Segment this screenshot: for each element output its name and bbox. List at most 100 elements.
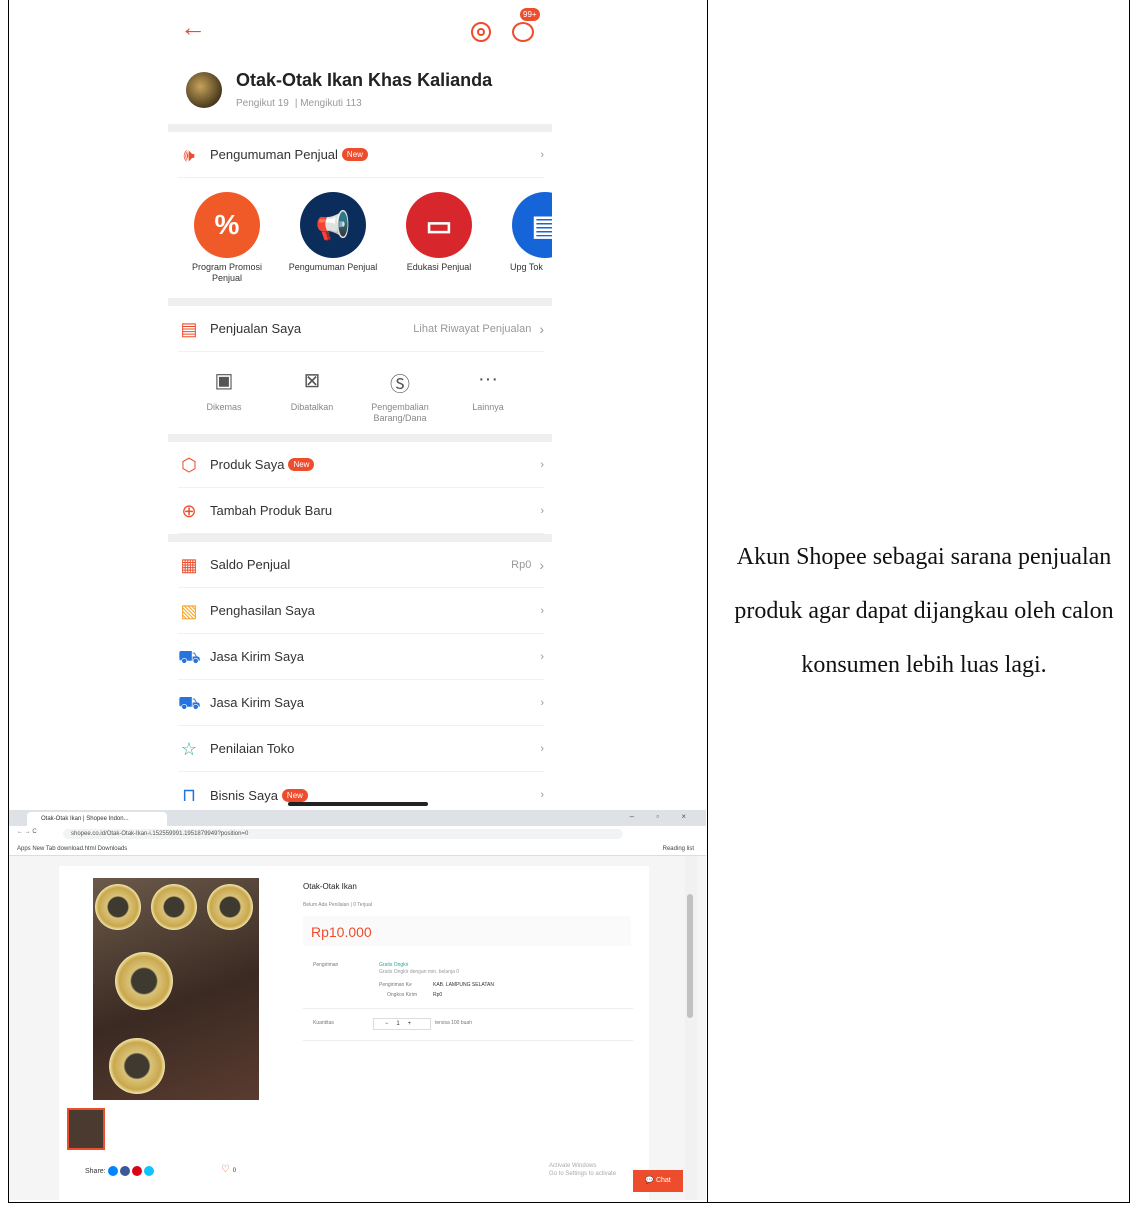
back-arrow-icon[interactable]: ← (180, 14, 206, 40)
shop-rating-row[interactable]: ☆ Penilaian Toko › (178, 726, 544, 772)
quantity-stepper[interactable]: −1+ (373, 1018, 431, 1030)
chevron-right-icon: › (540, 742, 544, 755)
shop-rating-label: Penilaian Toko (210, 741, 295, 756)
chevron-right-icon: › (539, 320, 544, 337)
ship-to-value[interactable]: KAB. LAMPUNG SELATAN (433, 982, 494, 988)
bookmarks-list[interactable]: Apps New Tab download.html Downloads (17, 846, 127, 852)
cancel-doc-icon: ⊠ (303, 370, 321, 392)
facebook-icon[interactable] (119, 1166, 130, 1176)
shop-name: Otak-Otak Ikan Khas Kalianda (236, 70, 493, 90)
free-shipping-label: Gratis Ongkir (379, 962, 409, 968)
activate-text: Go to Settings to activate (549, 1171, 617, 1177)
messenger-icon[interactable] (107, 1166, 118, 1176)
shipping-row[interactable]: ⛟ Jasa Kirim Saya › (178, 634, 544, 680)
window-controls[interactable]: – ▫ × (630, 812, 696, 821)
new-badge: New (341, 148, 368, 161)
sub-item-refund[interactable]: Ⓢ Pengembalian Barang/Dana (360, 368, 440, 424)
chat-badge: 99+ (520, 8, 540, 21)
product-cake-image (207, 884, 253, 930)
tile-label: Upg Tok (510, 262, 543, 272)
product-meta: Belum Ada Penilaian | 0 Terjual (303, 902, 373, 908)
chevron-right-icon: › (540, 458, 544, 471)
nav-arrows-icon[interactable]: ← → C (17, 829, 37, 835)
chevron-right-icon: › (540, 696, 544, 709)
my-sales-label: Penjualan Saya (210, 321, 302, 336)
twitter-icon[interactable] (143, 1166, 154, 1176)
product-cake-image (95, 884, 141, 930)
announcement-row[interactable]: 🕪 Pengumuman Penjual New › (178, 132, 544, 178)
box-icon: ▣ (214, 370, 234, 392)
sub-item-label: Lainnya (472, 402, 504, 412)
feature-tiles: % Program Promosi Penjual 📢 Pengumuman P… (168, 188, 552, 296)
my-products-row[interactable]: ⬡ Produk Saya New › (178, 442, 544, 488)
shopee-product-page-screenshot: Otak-Otak Ikan | Shopee Indon... – ▫ × ←… (9, 810, 706, 1200)
chat-label: Chat (655, 1177, 671, 1184)
sales-history-link[interactable]: Lihat Riwayat Penjualan (413, 323, 531, 335)
new-badge: New (288, 458, 315, 471)
product-photo[interactable] (93, 878, 259, 1100)
tile-label: Pengumuman Penjual (288, 262, 378, 272)
shipping-label: Jasa Kirim Saya (210, 649, 304, 664)
sub-item-more[interactable]: ··· Lainnya (448, 368, 528, 413)
like-button[interactable]: ♡ 0 (221, 1164, 236, 1175)
truck-icon: ⛟ (178, 692, 201, 713)
announcement-label: Pengumuman Penjual (210, 147, 338, 162)
tile-label: Program Promosi Penjual (191, 262, 263, 283)
stock-text: tersisa 100 buah (435, 1020, 472, 1026)
seller-balance-value: Rp0 (511, 558, 532, 571)
add-product-label: Tambah Produk Baru (210, 503, 333, 518)
upgrade-shop-icon[interactable]: ▤ (512, 192, 552, 258)
chevron-right-icon: › (540, 604, 544, 617)
browser-tab-bar: Otak-Otak Ikan | Shopee Indon... – ▫ × (9, 810, 706, 826)
product-title: Otak-Otak Ikan (303, 882, 357, 891)
chevron-right-icon: › (540, 650, 544, 663)
bookmarks-bar: Apps New Tab download.html Downloads Rea… (9, 842, 706, 856)
sub-item-cancelled[interactable]: ⊠ Dibatalkan (272, 368, 352, 413)
scrollbar[interactable] (685, 856, 697, 1200)
caption-text: Akun Shopee sebagai sarana penjualan pro… (734, 544, 1114, 678)
ship-to-label: Pengiriman Ke (379, 982, 412, 988)
chat-icon[interactable] (512, 22, 534, 42)
divider (303, 1040, 633, 1041)
announcement-tile-icon[interactable]: 📢 (300, 192, 366, 258)
wallet-icon: ▦ (180, 554, 198, 575)
price-box: Rp10.000 (303, 916, 631, 946)
cube-icon: ⬡ (181, 454, 197, 475)
seller-balance-row[interactable]: ▦ Saldo Penjual Rp0 › (178, 542, 544, 588)
new-badge: New (281, 788, 308, 802)
scrollbar-thumb[interactable] (687, 894, 693, 1018)
ship-cost-label: Ongkos Kirim (387, 992, 418, 998)
shopee-seller-screenshot: ← 99+ Otak-Otak Ikan Khas Kalianda Pengi… (168, 0, 552, 808)
education-icon[interactable]: ▭ (406, 192, 472, 258)
sub-item-label: Dikemas (206, 402, 242, 412)
section-gap (168, 534, 552, 542)
chevron-right-icon: › (540, 148, 544, 161)
my-sales-row[interactable]: ▤ Penjualan Saya Lihat Riwayat Penjualan… (178, 306, 544, 352)
promo-program-icon[interactable]: % (194, 192, 260, 258)
quantity-label: Kuantitas (313, 1020, 334, 1026)
browser-tab[interactable]: Otak-Otak Ikan | Shopee Indon... (27, 812, 167, 826)
reading-list[interactable]: Reading list (663, 842, 694, 856)
product-thumbnail[interactable] (67, 1108, 105, 1150)
product-card: Share: ♡ 0 Otak-Otak Ikan Belum Ada Peni… (59, 866, 649, 1200)
shipping-row[interactable]: ⛟ Jasa Kirim Saya › (178, 680, 544, 726)
top-bar: ← 99+ (168, 0, 552, 60)
share-bar: Share: (85, 1166, 154, 1176)
follow-stats: Pengikut 19 | Mengikuti 113 (236, 98, 362, 109)
ship-cost-value: Rp0 (433, 992, 443, 998)
income-row[interactable]: ▧ Penghasilan Saya › (178, 588, 544, 634)
refund-icon: Ⓢ (390, 374, 410, 396)
add-product-row[interactable]: ⊕ Tambah Produk Baru › (178, 488, 544, 534)
home-indicator (288, 802, 428, 806)
url-field[interactable]: shopee.co.id/Otak-Otak-Ikan-i.152559991.… (63, 829, 623, 839)
free-shipping-note: Gratis Ongkir dengan min. belanja 0 (379, 969, 460, 975)
my-products-label: Produk Saya (210, 457, 285, 472)
share-label: Share: (85, 1167, 106, 1175)
my-business-label: Bisnis Saya (210, 787, 278, 803)
sub-item-packed[interactable]: ▣ Dikemas (184, 368, 264, 413)
megaphone-icon: 🕪 (183, 144, 195, 165)
chat-button[interactable]: 💬 Chat (633, 1170, 683, 1192)
seller-balance-label: Saldo Penjual (210, 557, 291, 572)
gear-icon[interactable] (471, 22, 491, 42)
pinterest-icon[interactable] (131, 1166, 142, 1176)
